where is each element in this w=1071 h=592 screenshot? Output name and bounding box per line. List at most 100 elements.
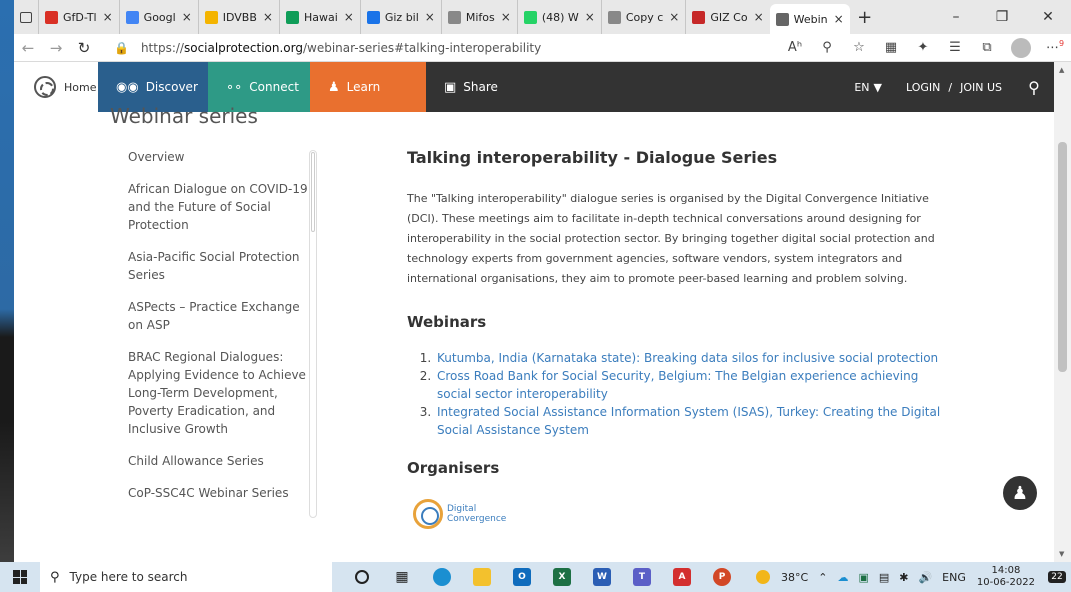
close-tab-icon[interactable]: × bbox=[425, 10, 435, 24]
close-tab-icon[interactable]: × bbox=[834, 12, 844, 26]
browser-tab[interactable]: GfD-Tl × bbox=[38, 0, 119, 34]
network-icon[interactable]: ▤ bbox=[879, 571, 889, 584]
restore-button[interactable]: ❐ bbox=[979, 9, 1025, 25]
zoom-icon[interactable]: ⚲ bbox=[811, 40, 843, 55]
tray-overflow-icon[interactable]: ⌃ bbox=[818, 571, 827, 584]
new-tab-button[interactable]: + bbox=[850, 7, 880, 28]
system-tray: 38°C ⌃ ☁ ▣ ▤ ✱ 🔊 ENG 14:08 10-06-2022 22 bbox=[756, 562, 1071, 592]
close-tab-icon[interactable]: × bbox=[585, 10, 595, 24]
sidebar-scrollbar[interactable] bbox=[309, 150, 317, 518]
dci-logo-line1: Digital bbox=[447, 504, 477, 514]
tab-actions-button[interactable] bbox=[14, 0, 38, 34]
url-field[interactable]: https://socialprotection.org/webinar-ser… bbox=[141, 41, 541, 55]
taskbar-search[interactable]: ⚲ Type here to search bbox=[40, 562, 332, 592]
scroll-down-icon[interactable]: ▼ bbox=[1059, 550, 1064, 558]
close-tab-icon[interactable]: × bbox=[103, 10, 113, 24]
browser-tab[interactable]: Googl × bbox=[118, 0, 198, 34]
page-scrollbar-thumb[interactable] bbox=[1058, 142, 1067, 372]
organisers-heading: Organisers bbox=[407, 459, 500, 477]
nav-home[interactable]: Home bbox=[14, 62, 98, 112]
clock[interactable]: 14:08 10-06-2022 bbox=[977, 565, 1035, 589]
browser-tab[interactable]: Hawai × bbox=[278, 0, 360, 34]
sidebar-item[interactable]: BRAC Regional Dialogues: Applying Eviden… bbox=[128, 348, 308, 438]
wifi-icon[interactable]: ✱ bbox=[899, 571, 908, 584]
join-link[interactable]: JOIN US bbox=[960, 81, 1002, 94]
sidebar-item[interactable]: Child Allowance Series bbox=[128, 452, 308, 470]
browser-tab[interactable]: Giz bil × bbox=[359, 0, 441, 34]
settings-more-icon[interactable]: ⋯9 bbox=[1039, 39, 1071, 55]
extensions-puzzle-icon[interactable]: ✦ bbox=[907, 40, 939, 55]
input-language[interactable]: ENG bbox=[942, 571, 966, 584]
acrobat-icon[interactable]: A bbox=[662, 562, 702, 592]
webinar-link[interactable]: Cross Road Bank for Social Security, Bel… bbox=[435, 367, 952, 403]
minimize-button[interactable]: – bbox=[933, 9, 979, 25]
language-selector[interactable]: EN ▼ bbox=[842, 62, 894, 112]
powerpoint-icon[interactable]: P bbox=[702, 562, 742, 592]
accessibility-icon[interactable]: ♟ bbox=[1003, 476, 1037, 510]
webinar-link[interactable]: Kutumba, India (Karnataka state): Breaki… bbox=[435, 349, 952, 367]
scroll-up-icon[interactable]: ▲ bbox=[1059, 66, 1064, 74]
browser-tab[interactable]: Mifos × bbox=[440, 0, 517, 34]
task-view-icon[interactable]: ▦ bbox=[382, 562, 422, 592]
search-icon[interactable]: ⚲ bbox=[1014, 62, 1054, 112]
browser-tab[interactable]: GIZ Co × bbox=[685, 0, 769, 34]
favorites-icon[interactable]: ☰ bbox=[939, 40, 971, 55]
close-window-button[interactable]: ✕ bbox=[1025, 9, 1071, 25]
digital-convergence-logo[interactable]: Digital Convergence bbox=[413, 499, 952, 529]
weather-temperature[interactable]: 38°C bbox=[781, 571, 808, 584]
cortana-icon[interactable] bbox=[342, 562, 382, 592]
start-button[interactable] bbox=[0, 562, 40, 592]
main-content: Talking interoperability - Dialogue Seri… bbox=[407, 148, 952, 529]
webinars-heading: Webinars bbox=[407, 313, 487, 331]
browser-tab-label: Mifos bbox=[465, 10, 495, 24]
sidebar-item[interactable]: Asia-Pacific Social Protection Series bbox=[128, 248, 308, 284]
sidebar-item[interactable]: Overview bbox=[128, 148, 308, 166]
read-aloud-button[interactable]: Aʰ bbox=[779, 40, 811, 55]
webinar-link[interactable]: Integrated Social Assistance Information… bbox=[435, 403, 952, 439]
weather-sun-icon[interactable] bbox=[756, 570, 771, 584]
lock-icon[interactable]: 🔒 bbox=[114, 41, 129, 55]
nav-share[interactable]: ▣ Share bbox=[426, 62, 556, 112]
onedrive-icon[interactable]: ☁ bbox=[837, 571, 848, 584]
close-tab-icon[interactable]: × bbox=[501, 10, 511, 24]
document-icon bbox=[204, 10, 218, 24]
login-link[interactable]: LOGIN bbox=[906, 81, 940, 94]
forward-button[interactable]: → bbox=[42, 39, 70, 57]
meet-now-icon[interactable]: ▣ bbox=[858, 571, 868, 584]
refresh-button[interactable]: ↻ bbox=[70, 39, 98, 57]
close-tab-icon[interactable]: × bbox=[182, 10, 192, 24]
whatsapp-icon bbox=[523, 10, 537, 24]
close-tab-icon[interactable]: × bbox=[754, 10, 764, 24]
sidebar-item[interactable]: ASPects – Practice Exchange on ASP bbox=[128, 298, 308, 334]
edge-icon[interactable] bbox=[422, 562, 462, 592]
close-tab-icon[interactable]: × bbox=[344, 10, 354, 24]
browser-tab[interactable]: Copy c × bbox=[600, 0, 686, 34]
sidebar-nav: Overview African Dialogue on COVID-19 and… bbox=[128, 148, 308, 516]
browser-tab[interactable]: Webin × bbox=[769, 4, 850, 34]
file-explorer-icon[interactable] bbox=[462, 562, 502, 592]
profile-avatar[interactable] bbox=[1011, 37, 1031, 58]
collections-icon[interactable]: ⧉ bbox=[971, 40, 1003, 55]
close-tab-icon[interactable]: × bbox=[263, 10, 273, 24]
url-host: socialprotection.org bbox=[183, 40, 303, 55]
nav-learn[interactable]: ♟ Learn bbox=[310, 62, 426, 112]
extension-icon[interactable]: ▦ bbox=[875, 40, 907, 55]
sidebar-item[interactable]: African Dialogue on COVID-19 and the Fut… bbox=[128, 180, 308, 234]
socialprotection-icon bbox=[775, 12, 789, 26]
favorite-add-icon[interactable]: ☆ bbox=[843, 40, 875, 55]
browser-tab[interactable]: (48) W × bbox=[516, 0, 601, 34]
browser-tab[interactable]: IDVBB × bbox=[197, 0, 279, 34]
word-icon[interactable]: W bbox=[582, 562, 622, 592]
teams-icon[interactable]: T bbox=[622, 562, 662, 592]
excel-icon[interactable]: X bbox=[542, 562, 582, 592]
page-scrollbar[interactable]: ▲ ▼ bbox=[1054, 62, 1071, 562]
volume-icon[interactable]: 🔊 bbox=[918, 571, 932, 584]
nav-share-label: Share bbox=[463, 80, 498, 94]
sidebar-scrollbar-thumb[interactable] bbox=[311, 152, 315, 232]
back-button[interactable]: ← bbox=[14, 39, 42, 57]
dci-logo-text: Digital Convergence bbox=[447, 504, 506, 524]
notification-center-icon[interactable]: 22 bbox=[1043, 562, 1071, 592]
outlook-icon[interactable]: O bbox=[502, 562, 542, 592]
close-tab-icon[interactable]: × bbox=[669, 10, 679, 24]
sidebar-item[interactable]: CoP-SSC4C Webinar Series bbox=[128, 484, 308, 502]
